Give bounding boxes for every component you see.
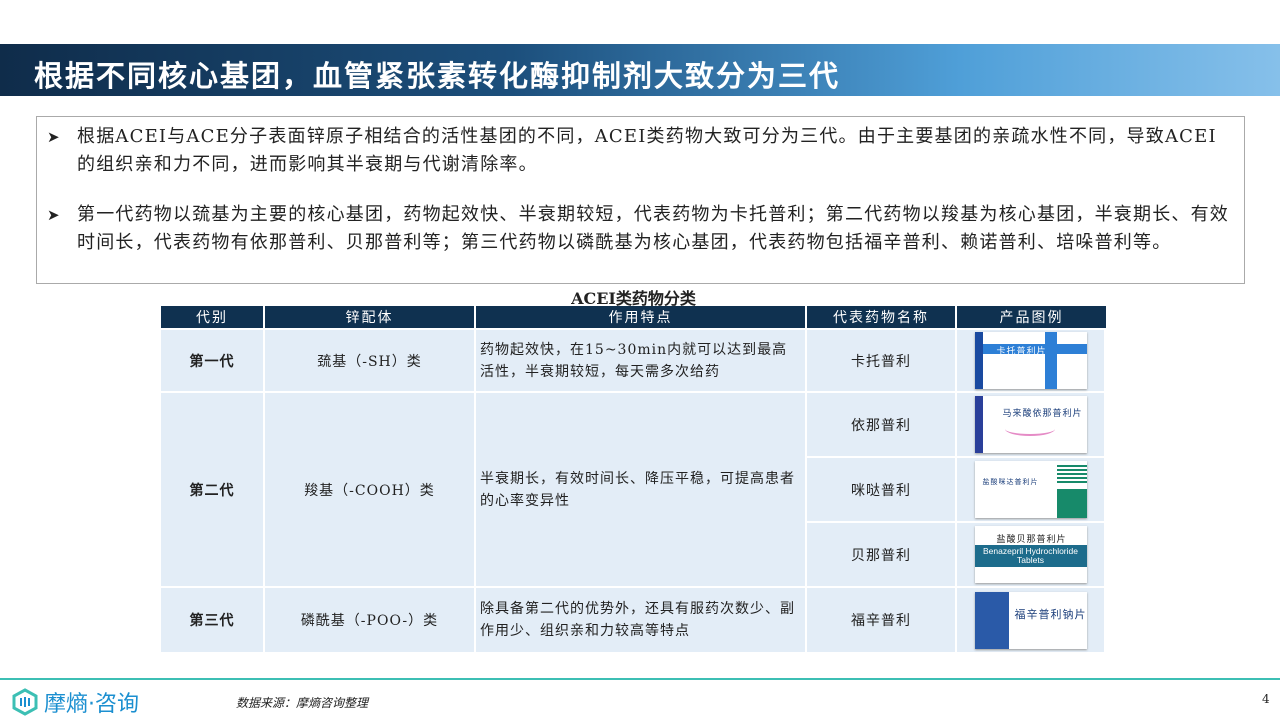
title-banner: 根据不同核心基团，血管紧张素转化酶抑制剂大致分为三代 [0,44,1280,96]
generation-cell: 第三代 [161,586,265,652]
generation-cell: 第一代 [161,328,265,391]
header-cell: 锌配体 [265,306,476,328]
footer-divider [0,678,1280,680]
data-source: 数据来源：摩熵咨询整理 [236,696,369,710]
header-cell: 作用特点 [476,306,807,328]
bullet-item: ➤ 第一代药物以巯基为主要的核心基团，药物起效快、半衰期较短，代表药物为卡托普利；… [47,201,1234,257]
product-image-enalapril: 马来酸依那普利片 [974,396,1087,453]
feature-cell: 半衰期长，有效时间长、降压平稳，可提高患者的心率变异性 [476,391,807,586]
company-logo: 摩熵·咨询 [12,686,139,718]
product-image-imidapril: 盐酸咪达普利片 [974,461,1087,518]
header-cell: 产品图例 [957,306,1106,328]
bullet-item: ➤ 根据ACEI与ACE分子表面锌原子相结合的活性基团的不同，ACEI类药物大致可… [47,123,1234,179]
generation-cell: 第二代 [161,391,265,586]
arrow-bullet-icon: ➤ [47,128,61,146]
product-image-benazepril: 盐酸贝那普利片 Benazepril Hydrochloride Tablets [974,526,1087,583]
feature-cell: 除具备第二代的优势外，还具有服药次数少、副作用少、组织亲和力较高等特点 [476,586,807,652]
page-title: 根据不同核心基团，血管紧张素转化酶抑制剂大致分为三代 [34,59,841,93]
acei-table: 代别 锌配体 作用特点 代表药物名称 产品图例 第一代 巯基（-SH）类 药物起… [161,306,1106,652]
product-image-fosinopril: 福辛普利钠片 [974,591,1087,649]
feature-cell: 药物起效快，在15~30min内就可以达到最高活性，半衰期较短，每天需多次给药 [476,328,807,391]
arrow-bullet-icon: ➤ [47,206,61,224]
header-cell: 代表药物名称 [807,306,957,328]
ligand-cell: 羧基（-COOH）类 [265,391,476,586]
ligand-cell: 巯基（-SH）类 [265,328,476,391]
drug-cell: 咪哒普利 [807,456,957,521]
table-row: 第三代 磷酰基（-POO-）类 除具备第二代的优势外，还具有服药次数少、副作用少… [161,586,1106,652]
page-number: 4 [1262,692,1270,706]
drug-cell: 卡托普利 [807,328,957,391]
table-row: 第一代 巯基（-SH）类 药物起效快，在15~30min内就可以达到最高活性，半… [161,328,1106,391]
drug-cell: 依那普利 [807,391,957,456]
table-header-row: 代别 锌配体 作用特点 代表药物名称 产品图例 [161,306,1106,328]
header-cell: 代别 [161,306,265,328]
logo-hexagon-icon [12,688,38,716]
summary-box: ➤ 根据ACEI与ACE分子表面锌原子相结合的活性基团的不同，ACEI类药物大致可… [36,116,1245,284]
drug-cell: 福辛普利 [807,586,957,652]
product-english-name: Benazepril Hydrochloride Tablets [983,546,1078,565]
table-row: 第二代 羧基（-COOH）类 半衰期长，有效时间长、降压平稳，可提高患者的心率变… [161,391,1106,586]
drug-cell: 贝那普利 [807,521,957,586]
ligand-cell: 磷酰基（-POO-）类 [265,586,476,652]
product-image-captopril: 卡托普利片 [974,332,1087,389]
